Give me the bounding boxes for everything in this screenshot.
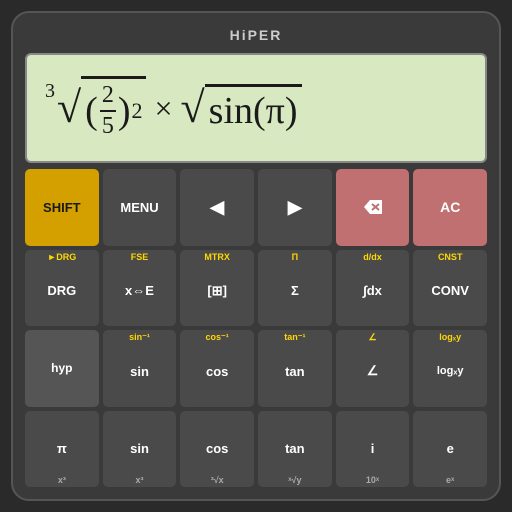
ddx-sub: d/dx xyxy=(363,252,382,262)
drg-button[interactable]: ►DRG DRG xyxy=(25,250,99,327)
shift-button[interactable]: SHIFT xyxy=(25,169,99,246)
integral-button[interactable]: d/dx ∫dx xyxy=(336,250,410,327)
calculator: HiPER 3 √ ( 2 5 ) 2 × √ xyxy=(11,11,501,501)
e-main: e xyxy=(447,441,454,456)
tan-button[interactable]: tan⁻¹ tan xyxy=(258,330,332,407)
sin2-bot: x³ xyxy=(135,475,143,485)
hyp-label: hyp xyxy=(51,361,72,375)
cos-main: cos xyxy=(206,364,228,379)
menu-button[interactable]: MENU xyxy=(103,169,177,246)
display-expression: 3 √ ( 2 5 ) 2 × √ sin(π) xyxy=(45,76,302,141)
sin-sub: sin⁻¹ xyxy=(129,332,150,343)
radical-content: ( 2 5 ) 2 xyxy=(81,76,146,141)
logy-sub: logₓy xyxy=(439,332,461,342)
angle-main: ∠ xyxy=(367,363,379,379)
right-arrow-button[interactable]: ▶ xyxy=(258,169,332,246)
tan2-main: tan xyxy=(285,441,305,456)
conv-main: CONV xyxy=(431,283,469,298)
mtrx-main: [⊞] xyxy=(207,283,227,299)
button-grid: SHIFT MENU ◀ ▶ AC ►DRG DRG FSE x⇔E xyxy=(25,169,487,487)
sin-main: sin xyxy=(130,364,149,379)
logy-main: logₓy xyxy=(437,365,464,377)
drg-main: DRG xyxy=(47,283,76,298)
radical-symbol: √ xyxy=(57,86,81,130)
cos2-button[interactable]: cos ³√x xyxy=(180,411,254,488)
button-row-0: SHIFT MENU ◀ ▶ AC xyxy=(25,169,487,246)
sin-content: sin(π) xyxy=(205,84,302,133)
drg-sub: ►DRG xyxy=(47,252,76,262)
conv-sub: CNST xyxy=(438,252,463,262)
pi-button[interactable]: Π Σ xyxy=(258,250,332,327)
exponent: 2 xyxy=(131,98,142,124)
numerator: 2 xyxy=(100,81,116,112)
backspace-icon xyxy=(364,200,382,214)
left-arrow-button[interactable]: ◀ xyxy=(180,169,254,246)
hyp-button[interactable]: hyp xyxy=(25,330,99,407)
multiply-symbol: × xyxy=(154,90,172,127)
tan-main: tan xyxy=(285,364,305,379)
xe-sub: FSE xyxy=(131,252,149,262)
i-main: i xyxy=(371,441,375,456)
tan-sub: tan⁻¹ xyxy=(284,332,305,343)
i-bot: 10ˣ xyxy=(366,475,379,485)
tan2-bot: ˣ√y xyxy=(288,475,301,485)
pi-const-main: π xyxy=(57,441,67,456)
cos2-main: cos xyxy=(206,441,228,456)
conv-button[interactable]: CNST CONV xyxy=(413,250,487,327)
sin-text: sin(π) xyxy=(209,89,298,133)
display-screen: 3 √ ( 2 5 ) 2 × √ sin(π) xyxy=(25,53,487,163)
imaginary-button[interactable]: i 10ˣ xyxy=(336,411,410,488)
pi-bot: x³ xyxy=(58,475,66,485)
cube-root: 3 √ ( 2 5 ) 2 xyxy=(45,76,146,141)
sqrt-sin: √ sin(π) xyxy=(181,84,302,133)
e-const-button[interactable]: e eˣ xyxy=(413,411,487,488)
cos-sub: cos⁻¹ xyxy=(206,332,229,343)
xe-main: x⇔E xyxy=(125,283,154,298)
button-row-1: ►DRG DRG FSE x⇔E MTRX [⊞] Π Σ d/dx ∫dx C… xyxy=(25,250,487,327)
app-title: HiPER xyxy=(25,25,487,47)
xe-button[interactable]: FSE x⇔E xyxy=(103,250,177,327)
open-paren: ( xyxy=(85,89,98,133)
pi-main: Σ xyxy=(291,283,299,298)
fraction: 2 5 xyxy=(100,81,116,141)
button-row-3: π x³ sin x³ cos ³√x tan ˣ√y i 10ˣ e eˣ xyxy=(25,411,487,488)
sqrt-symbol: √ xyxy=(181,86,205,130)
close-paren: ) xyxy=(118,89,131,133)
pi-const-button[interactable]: π x³ xyxy=(25,411,99,488)
cos2-bot: ³√x xyxy=(211,475,224,485)
ac-button[interactable]: AC xyxy=(413,169,487,246)
delete-button[interactable] xyxy=(336,169,410,246)
root-index: 3 xyxy=(45,80,55,103)
sin2-button[interactable]: sin x³ xyxy=(103,411,177,488)
matrix-button[interactable]: MTRX [⊞] xyxy=(180,250,254,327)
denominator: 5 xyxy=(100,112,116,141)
tan2-button[interactable]: tan ˣ√y xyxy=(258,411,332,488)
angle-button[interactable]: ∠ ∠ xyxy=(336,330,410,407)
logy-button[interactable]: logₓy logₓy xyxy=(413,330,487,407)
pi-sub: Π xyxy=(292,252,299,262)
sin-button[interactable]: sin⁻¹ sin xyxy=(103,330,177,407)
mtrx-sub: MTRX xyxy=(204,252,230,262)
ddx-main: ∫dx xyxy=(363,283,382,298)
cos-button[interactable]: cos⁻¹ cos xyxy=(180,330,254,407)
button-row-2: hyp sin⁻¹ sin cos⁻¹ cos tan⁻¹ tan ∠ ∠ lo… xyxy=(25,330,487,407)
sin2-main: sin xyxy=(130,441,149,456)
e-bot: eˣ xyxy=(446,475,454,485)
angle-sub: ∠ xyxy=(368,332,376,343)
